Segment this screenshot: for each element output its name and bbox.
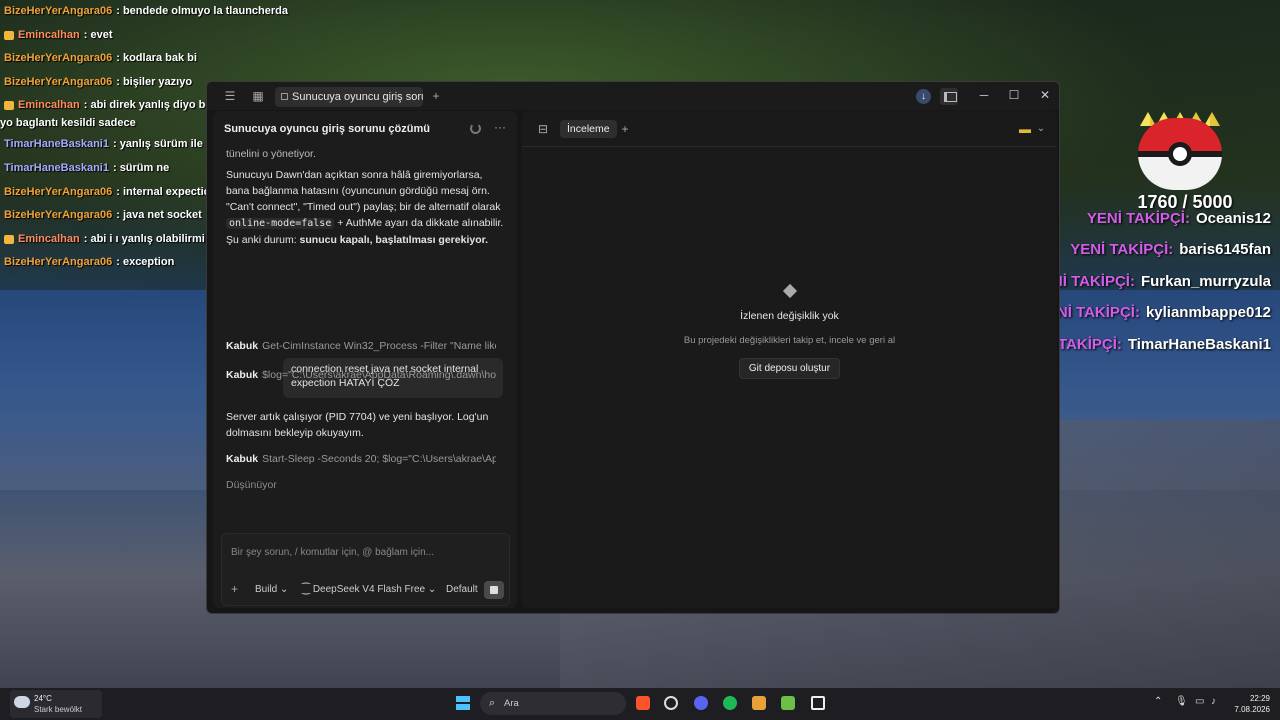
add-tab-icon[interactable]: + [618, 122, 632, 136]
create-git-repo-button[interactable]: Git deposu oluştur [738, 358, 841, 379]
chat-line: yo baglantı kesildi sadece [0, 117, 136, 129]
stop-button[interactable] [484, 581, 504, 599]
minecraft-icon[interactable] [781, 696, 795, 710]
weather-widget[interactable]: 24°C Stark bewölkt [10, 690, 102, 718]
start-icon[interactable] [456, 696, 470, 710]
dawn-app-icon[interactable] [811, 696, 825, 710]
tool-call[interactable]: Kabuk Start-Sleep -Seconds 20; $log="C:\U… [226, 453, 496, 465]
maximize-icon[interactable]: ☐ [1007, 88, 1021, 102]
empty-state: İzlenen değişiklik yok Bu projedeki deği… [522, 283, 1057, 379]
thread-title: Sunucuya oyuncu giriş sorunu çözümü [224, 123, 430, 135]
new-follower: YENİ TAKİPÇİ: baris6145fan [1070, 241, 1271, 258]
crown-icon [4, 100, 14, 110]
chevron-up-icon[interactable]: ⌃ [1154, 696, 1162, 707]
sidebar-toggle-icon[interactable] [940, 88, 958, 105]
composer[interactable]: Bir şey sorun, / komutlar için, @ bağlam… [221, 533, 510, 606]
chat-line: BizeHerYerAngara06: exception [4, 256, 175, 268]
new-follower: YENİ TAKİPÇİ: kylianmbappe012 [1036, 304, 1271, 321]
chat-line: BizeHerYerAngara06: internal expection [4, 186, 218, 198]
tool-call[interactable]: Kabuk $log="C:\Users\akrae\AppData\Roamin… [226, 369, 496, 381]
close-icon[interactable]: ✕ [1038, 88, 1052, 102]
review-header: ⊟ İnceleme + ▬ ⌄ [522, 111, 1057, 147]
mode-select[interactable]: Build ⌄ [255, 584, 288, 595]
discord-icon[interactable] [694, 696, 708, 710]
chat-icon [281, 93, 288, 100]
message-fragment: tünelini o yönetiyor. [226, 148, 316, 160]
microphone-icon[interactable]: 🎙 [1175, 696, 1188, 707]
loading-spinner-icon [470, 123, 481, 134]
tree-icon[interactable]: ⊟ [536, 122, 550, 136]
tab-active[interactable]: Sunucuya oyuncu giriş sorunu [275, 87, 423, 107]
chat-line: Emincalhan: abi i ı yanlış olabilirmi [4, 233, 205, 245]
search-box[interactable]: ⌕ Ara [480, 692, 626, 715]
more-icon[interactable]: ··· [494, 120, 506, 134]
minimize-icon[interactable]: ─ [977, 88, 991, 102]
chat-line: TimarHaneBaskani1: sürüm ne [4, 162, 170, 174]
model-select[interactable]: ⁐ DeepSeek V4 Flash Free ⌄ [302, 584, 436, 595]
tab-review[interactable]: İnceleme [560, 120, 617, 138]
empty-title: İzlenen değişiklik yok [740, 310, 839, 322]
temperature: 24°C [34, 694, 52, 703]
speaker-icon[interactable]: ♪ [1211, 696, 1216, 707]
app-window: ☰ ▦ Sunucuya oyuncu giriş sorunu + ↓ ─ ☐… [206, 81, 1060, 614]
title-bar: ☰ ▦ Sunucuya oyuncu giriş sorunu + ↓ ─ ☐… [207, 82, 1059, 110]
taskbar: 24°C Stark bewölkt ⌕ Ara ⌃ 🎙 ▭ ♪ 22:29 7… [0, 688, 1280, 720]
assistant-message: Server artık çalışıyor (PID 7704) ve yen… [226, 411, 489, 439]
crown-icon [4, 234, 14, 244]
minecraft-launcher-icon[interactable] [752, 696, 766, 710]
review-pane: ⊟ İnceleme + ▬ ⌄ İzlenen değişiklik yok … [522, 111, 1057, 608]
new-tab-icon[interactable]: + [429, 89, 443, 103]
new-follower: YENİ TAKİPÇİ: Furkan_murryzula [1031, 273, 1271, 290]
tool-call[interactable]: Kabuk Get-CimInstance Win32_Process -Filt… [226, 340, 496, 352]
chevron-down-icon[interactable]: ⌄ [1034, 122, 1048, 136]
crown-icon [4, 30, 14, 40]
github-icon[interactable] [664, 696, 678, 710]
assistant-message: Sunucuyu Dawn'dan açıktan sonra hâlâ gir… [226, 169, 504, 246]
folder-icon[interactable]: ▬ [1018, 122, 1032, 136]
search-icon: ⌕ [489, 697, 496, 709]
spotify-icon[interactable] [723, 696, 737, 710]
pokeball-icon [1138, 112, 1222, 190]
thinking-status: Düşünüyor [226, 479, 277, 491]
git-icon [782, 283, 797, 299]
clock[interactable]: 22:29 7.08.2026 [1228, 693, 1270, 715]
display-icon[interactable]: ▭ [1195, 696, 1204, 707]
chat-line: Emincalhan: evet [4, 29, 113, 41]
variant-select[interactable]: Default [446, 584, 478, 595]
prompt-input[interactable]: Bir şey sorun, / komutlar için, @ bağlam… [231, 547, 434, 558]
new-follower: YENİ TAKİPÇİ: Oceanis12 [1086, 210, 1271, 227]
grid-icon[interactable]: ▦ [251, 89, 265, 103]
attach-icon[interactable]: + [231, 582, 238, 596]
chat-pane: Sunucuya oyuncu giriş sorunu çözümü ··· … [213, 111, 517, 608]
menu-icon[interactable]: ☰ [223, 89, 237, 103]
download-icon[interactable]: ↓ [916, 89, 931, 104]
brave-icon[interactable] [636, 696, 650, 710]
chat-line: BizeHerYerAngara06: bendede olmuyo la tl… [4, 5, 288, 17]
cloud-icon [14, 696, 30, 708]
weather-description: Stark bewölkt [34, 705, 83, 714]
chat-line: BizeHerYerAngara06: java net socket [4, 209, 202, 221]
chat-line: BizeHerYerAngara06: kodlara bak bi [4, 52, 197, 64]
chat-line: BizeHerYerAngara06: bişiler yazıyo [4, 76, 193, 88]
composer-toolbar: + Build ⌄ ⁐ DeepSeek V4 Flash Free ⌄ Def… [222, 581, 511, 601]
empty-description: Bu projedeki değişiklikleri takip et, in… [683, 335, 896, 346]
